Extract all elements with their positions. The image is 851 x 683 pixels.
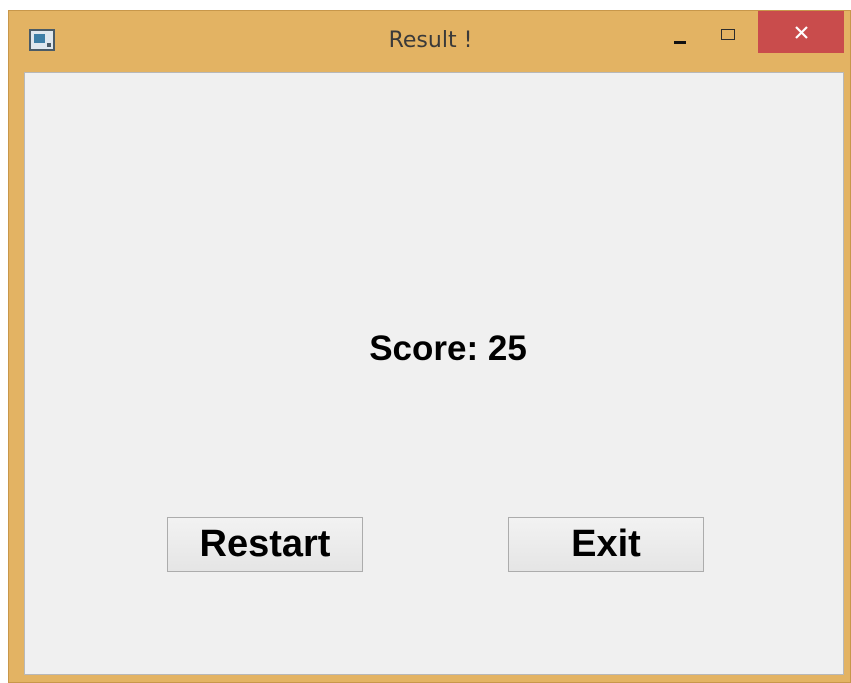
close-button[interactable] [758,11,844,53]
score-label: Score: 25 [369,329,527,368]
result-window: Result ! Score: 25 Restart Exit [8,10,851,683]
maximize-icon [721,29,735,40]
title-bar[interactable]: Result ! [9,11,850,72]
minimize-icon [674,41,686,44]
client-area: Score: 25 Restart Exit [24,72,844,675]
restart-button[interactable]: Restart [167,517,363,572]
maximize-button[interactable] [710,19,744,55]
close-icon [795,26,808,39]
minimize-button[interactable] [664,19,698,55]
exit-button[interactable]: Exit [508,517,704,572]
